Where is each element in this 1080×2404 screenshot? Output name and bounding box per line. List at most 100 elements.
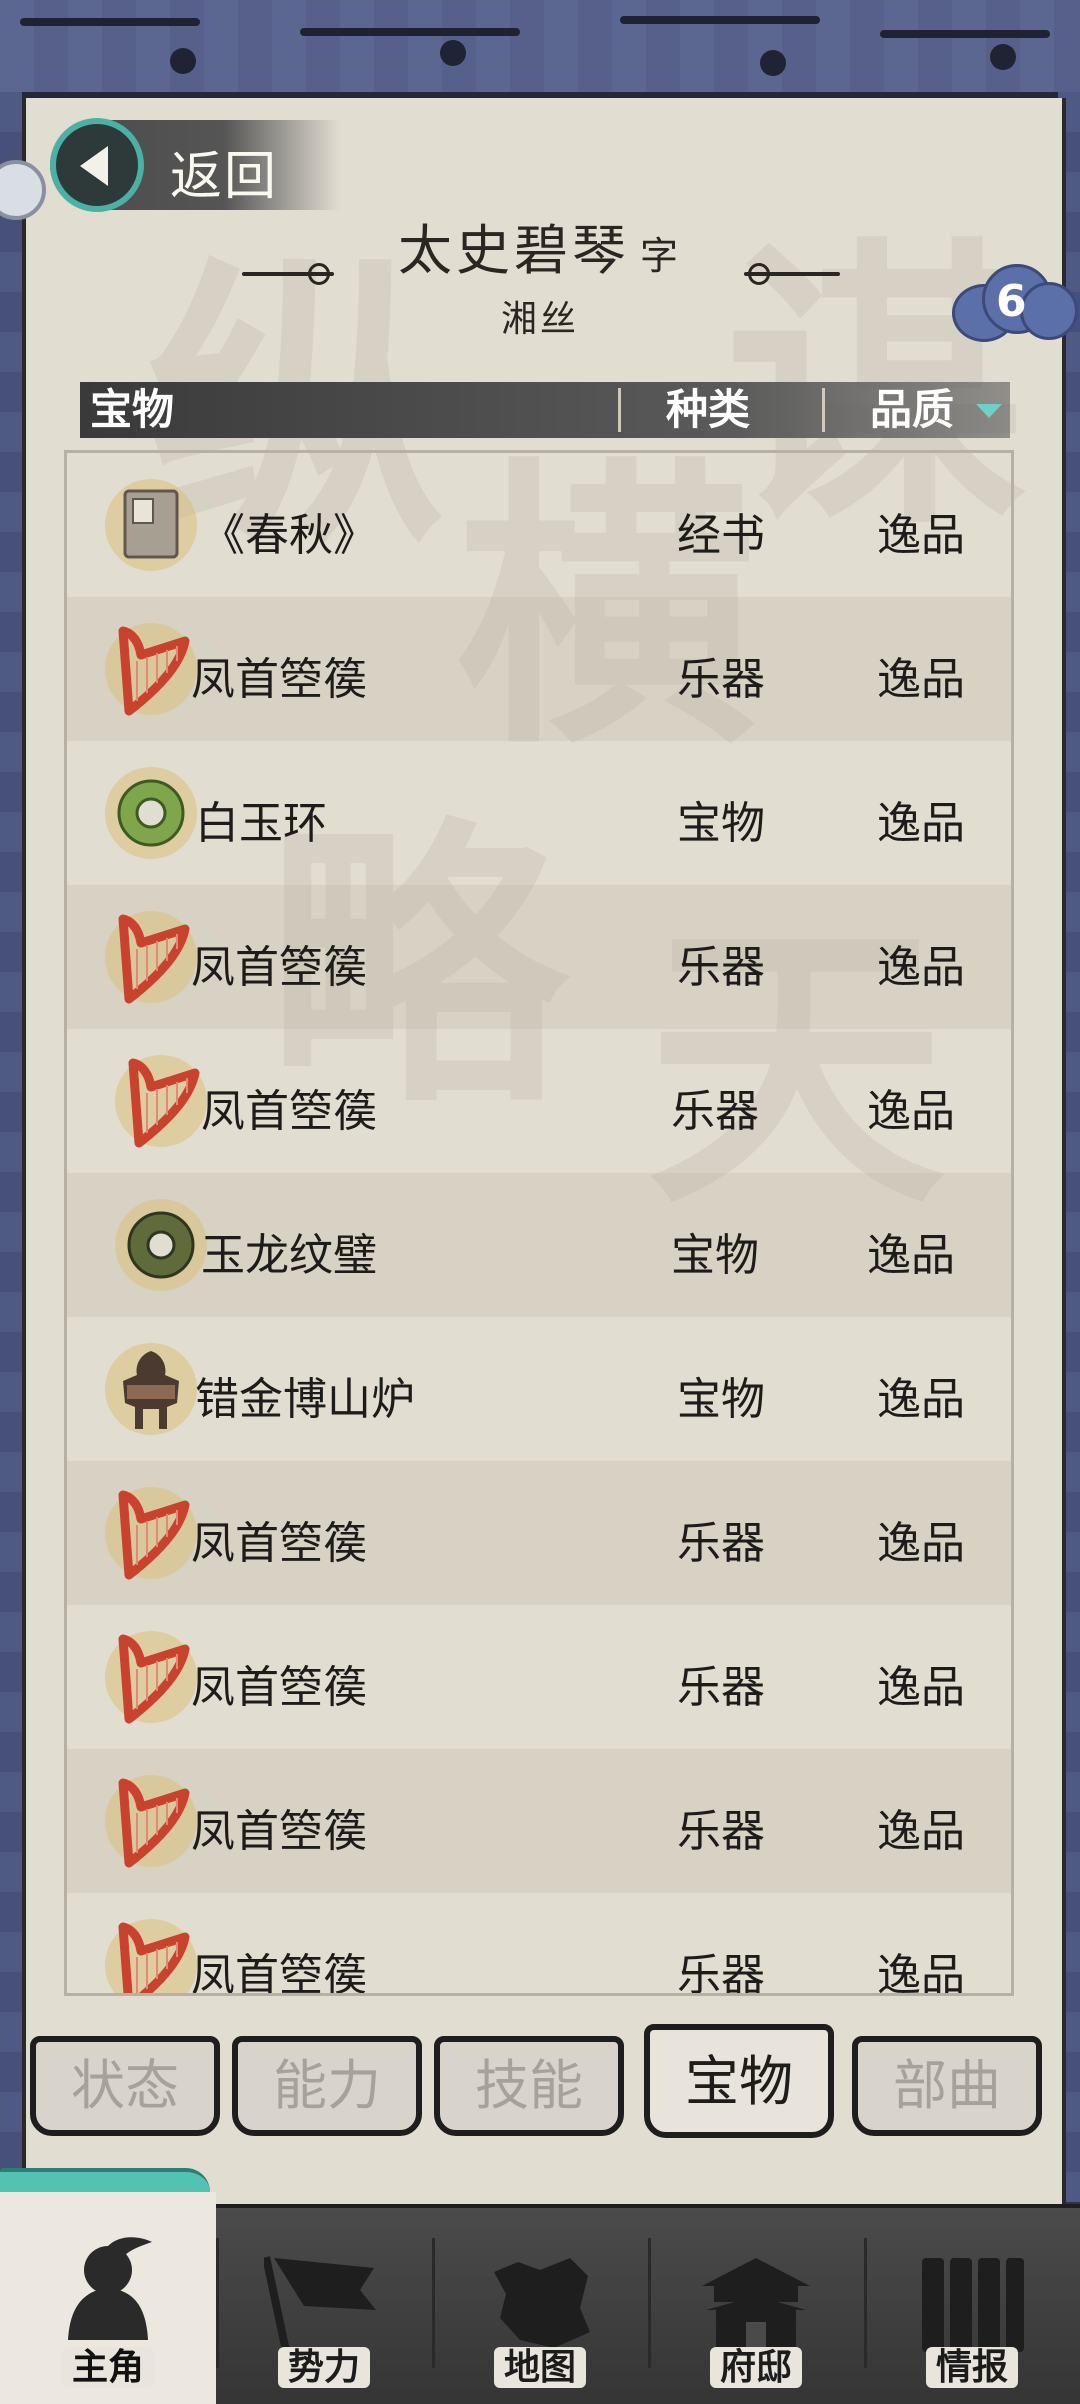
book-icon	[103, 477, 199, 573]
character-name: 太史碧琴	[397, 219, 630, 282]
column-divider	[618, 388, 621, 432]
treasure-type: 乐器	[671, 1086, 759, 1137]
back-label: 返回	[170, 147, 279, 207]
tab-troops[interactable]: 部曲	[852, 2036, 1042, 2136]
treasure-row[interactable]: 凤首箜篌 乐器 逸品	[67, 597, 1011, 741]
nav-mansion-label: 府邸	[709, 2347, 802, 2388]
nav-mansion[interactable]: 府邸	[648, 2208, 864, 2404]
nav-faction-label: 势力	[277, 2347, 370, 2388]
treasure-name: 《春秋》	[201, 510, 377, 561]
nav-hero[interactable]: 主角	[0, 2192, 216, 2404]
treasure-row[interactable]: 错金博山炉 宝物 逸品	[67, 1317, 1011, 1461]
treasure-type: 宝物	[671, 1230, 759, 1281]
treasure-quality: 逸品	[877, 1518, 965, 1569]
treasure-name: 白玉环	[195, 798, 327, 849]
treasure-row[interactable]: 凤首箜篌 乐器 逸品	[67, 1029, 1011, 1173]
flower-ornament	[170, 48, 196, 74]
treasure-quality: 逸品	[867, 1230, 955, 1281]
treasure-quality: 逸品	[867, 1086, 955, 1137]
flower-ornament	[440, 40, 466, 66]
treasure-name: 凤首箜篌	[191, 1806, 367, 1857]
treasure-quality: 逸品	[877, 1374, 965, 1425]
harp-icon	[103, 621, 199, 717]
swirl-ornament	[880, 30, 1050, 38]
nav-hero-label: 主角	[61, 2347, 154, 2388]
treasure-row[interactable]: 凤首箜篌 乐器 逸品	[67, 1893, 1011, 1996]
nav-faction[interactable]: 势力	[216, 2208, 432, 2404]
harp-icon	[113, 1053, 209, 1149]
column-header-type[interactable]: 种类	[666, 382, 750, 438]
sort-desc-icon[interactable]	[976, 404, 1002, 418]
courtesy-label: 字	[639, 234, 682, 278]
treasure-name: 凤首箜篌	[191, 1662, 367, 1713]
back-arrow-icon	[50, 118, 144, 212]
treasure-name: 凤首箜篌	[191, 654, 367, 705]
treasure-quality: 逸品	[877, 654, 965, 705]
column-header-quality[interactable]: 品质	[870, 382, 954, 438]
treasure-name: 凤首箜篌	[191, 942, 367, 993]
treasure-name: 玉龙纹璧	[201, 1230, 377, 1281]
nav-map-label: 地图	[493, 2347, 586, 2388]
flower-ornament	[760, 50, 786, 76]
tab-ability[interactable]: 能力	[232, 2036, 422, 2136]
treasure-row[interactable]: 凤首箜篌 乐器 逸品	[67, 1749, 1011, 1893]
treasure-row[interactable]: 凤首箜篌 乐器 逸品	[67, 885, 1011, 1029]
treasure-quality: 逸品	[877, 1806, 965, 1857]
decorative-top-border	[0, 0, 1080, 98]
column-header-treasure[interactable]: 宝物	[90, 382, 174, 438]
treasure-quality: 逸品	[877, 942, 965, 993]
jade-ring-icon	[103, 765, 199, 861]
flower-ornament	[990, 44, 1016, 70]
courtesy-name: 湘丝	[500, 299, 579, 340]
harp-icon	[103, 1629, 199, 1725]
nav-intel[interactable]: 情报	[864, 2208, 1080, 2404]
treasure-type: 乐器	[677, 942, 765, 993]
jade-disc-icon	[113, 1197, 209, 1293]
nav-intel-label: 情报	[925, 2347, 1018, 2388]
censer-icon	[103, 1341, 199, 1437]
treasure-type: 乐器	[677, 1518, 765, 1569]
treasure-name: 凤首箜篌	[191, 1950, 367, 1996]
bottom-navigation: 主角 势力 地图 府邸 情报	[0, 2192, 1080, 2404]
badge-count: 6	[996, 276, 1027, 327]
tab-status[interactable]: 状态	[30, 2036, 220, 2136]
treasure-name: 凤首箜篌	[201, 1086, 377, 1137]
notification-badge[interactable]: 6	[952, 262, 1078, 342]
treasure-quality: 逸品	[877, 510, 965, 561]
harp-icon	[103, 1485, 199, 1581]
treasure-quality: 逸品	[877, 798, 965, 849]
title-ornament-left	[242, 263, 334, 285]
treasure-type: 宝物	[677, 1374, 765, 1425]
treasure-type: 宝物	[677, 798, 765, 849]
swirl-ornament	[620, 16, 820, 24]
treasure-row[interactable]: 白玉环 宝物 逸品	[67, 741, 1011, 885]
treasure-type: 经书	[677, 510, 765, 561]
back-button[interactable]: 返回	[50, 118, 340, 212]
treasure-name: 错金博山炉	[195, 1374, 415, 1425]
treasure-type: 乐器	[677, 1950, 765, 1996]
treasure-quality: 逸品	[877, 1950, 965, 1996]
treasure-row[interactable]: 玉龙纹璧 宝物 逸品	[67, 1173, 1011, 1317]
nav-map[interactable]: 地图	[432, 2208, 648, 2404]
harp-icon	[103, 1917, 199, 1993]
treasure-quality: 逸品	[877, 1662, 965, 1713]
table-header: 宝物 种类 品质	[80, 382, 1010, 438]
treasure-type: 乐器	[677, 1662, 765, 1713]
treasure-type: 乐器	[677, 654, 765, 705]
swirl-ornament	[300, 28, 520, 36]
treasure-list[interactable]: 《春秋》 经书 逸品 凤首箜篌 乐器 逸品 白玉环 宝物 逸品 凤首箜篌 乐器 逸品 凤首箜篌 乐器 逸品玉…	[64, 450, 1014, 1996]
harp-icon	[103, 1773, 199, 1869]
tab-treasure[interactable]: 宝物	[644, 2024, 834, 2138]
tab-skills[interactable]: 技能	[434, 2036, 624, 2136]
treasure-name: 凤首箜篌	[191, 1518, 367, 1569]
treasure-row[interactable]: 凤首箜篌 乐器 逸品	[67, 1605, 1011, 1749]
detail-tabs: 状态 能力 技能 宝物 部曲	[30, 2024, 1050, 2140]
frame-left	[0, 92, 22, 2202]
treasure-row[interactable]: 凤首箜篌 乐器 逸品	[67, 1461, 1011, 1605]
treasure-row[interactable]: 《春秋》 经书 逸品	[67, 453, 1011, 597]
swirl-ornament	[20, 18, 200, 26]
column-divider	[822, 388, 825, 432]
harp-icon	[103, 909, 199, 1005]
title-ornament-right	[744, 263, 840, 285]
character-header: 太史碧琴字	[0, 206, 1080, 285]
